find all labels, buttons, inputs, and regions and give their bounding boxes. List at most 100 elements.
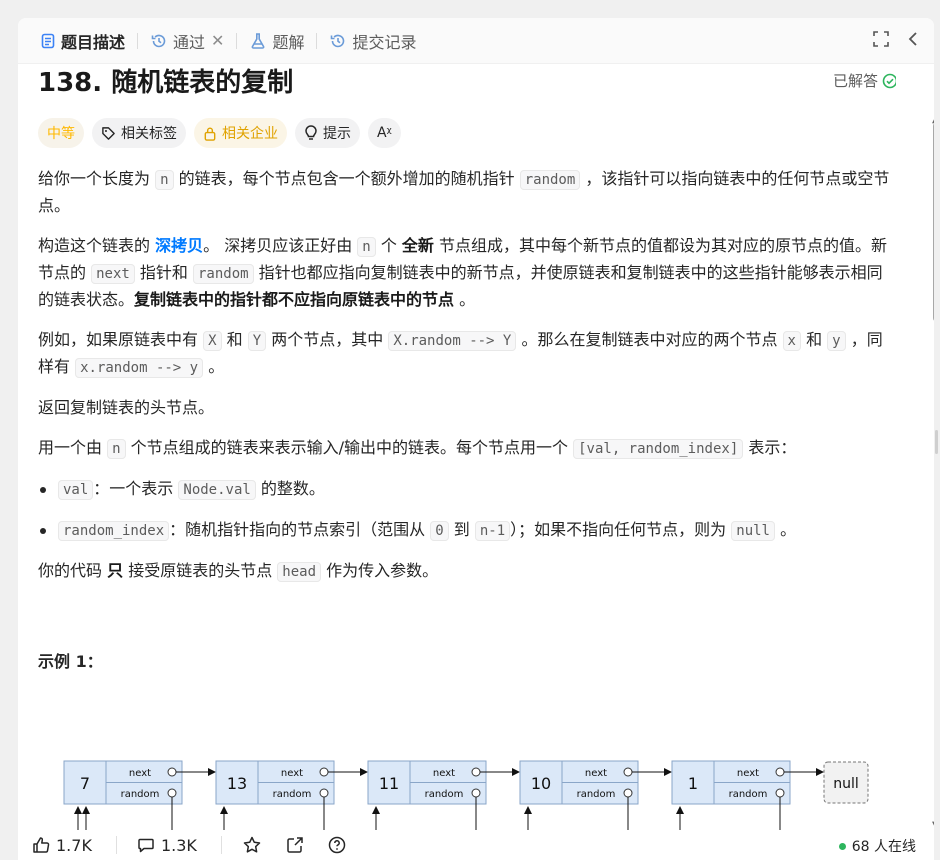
like-button[interactable]: 1.7K [32,836,92,855]
external-link-icon [287,837,303,853]
node-value: 13 [227,774,247,793]
related-companies-button[interactable]: 相关企业 [194,118,287,148]
node-value: 10 [531,774,551,793]
text: 个 [375,236,402,255]
description-icon [41,33,55,48]
text: 作为传入参数。 [321,561,439,580]
arrow-head [676,806,684,814]
scroll-thumb[interactable] [933,122,934,322]
online-dot-icon [838,842,846,850]
arrow-head [220,806,228,814]
inline-code: n [155,170,174,190]
inline-code: x [782,331,801,351]
hint-button[interactable]: 提示 [295,118,360,148]
online-status: 68 人在线 [838,836,916,856]
inline-code: x.random --> y [75,358,204,378]
tab-solutions[interactable]: 题解 [243,18,310,64]
bold-text: 只 [107,561,124,580]
text: 。 [774,520,797,539]
tab-solutions-label: 题解 [272,32,305,52]
text: 给你一个长度为 [38,169,156,188]
inline-code: random [193,264,254,284]
text: 到 [448,520,475,539]
inline-code: Y [247,331,267,351]
inline-code: X [203,331,222,351]
tag-row: 中等 相关标签 相关企业 提示 Aᵡ [38,118,896,148]
tab-description-label: 题目描述 [61,32,126,52]
random-pointer [775,788,785,798]
inline-code: random_index [58,521,170,541]
text: 指针和 [134,263,193,282]
next-pointer [167,767,177,777]
translate-button[interactable]: Aᵡ [368,118,401,148]
deep-copy-link[interactable]: 深拷贝 [155,236,203,255]
random-label: random [577,789,616,800]
random-label: random [729,789,768,800]
tab-divider [236,32,238,49]
comments-button[interactable]: 1.3K [137,836,197,855]
inline-code: head [277,562,322,582]
tab-accepted[interactable]: 通过 ✕ [144,18,230,64]
inline-code: val [58,480,94,500]
desc-paragraph-5: 用一个由 n 个节点组成的链表来表示输入/输出中的链表。每个节点用一个 [val… [38,435,896,462]
history-icon [331,34,345,47]
scrollbar[interactable]: ▲ ▼ [930,114,934,834]
panel-resize-handle[interactable] [935,430,938,454]
next-pointer [623,767,633,777]
tab-divider [137,32,139,49]
list-item: val ：一个表示 Node.val 的整数。 [38,476,896,503]
text: ：随机指针指向的节点索引（范围从 [169,520,431,539]
title-row: 138. 随机链表的复制 已解答 [38,66,896,106]
arrow-head [816,768,824,776]
inline-code: null [731,521,775,541]
footer-divider [220,836,222,854]
text: 个节点组成的链表来表示输入/输出中的链表。每个节点用一个 [125,438,574,457]
help-button[interactable] [328,836,346,854]
next-label: next [433,768,455,779]
related-tags-button[interactable]: 相关标签 [92,118,186,148]
desc-paragraph-3: 例如，如果原链表中有 X 和 Y 两个节点，其中 X.random --> Y … [38,327,896,381]
inline-code: X.random --> Y [388,331,517,351]
flask-icon [252,32,265,49]
thumbs-up-icon [33,837,50,853]
text: 的整数。 [255,479,325,498]
random-pointer [167,788,177,798]
next-label: next [281,768,303,779]
inline-code: [val, random_index] [573,439,744,459]
chevron-left-icon[interactable] [906,30,920,48]
check-circle-icon [882,73,896,88]
arrow-head [524,806,532,814]
desc-paragraph-2: 构造这个链表的 深拷贝。 深拷贝应该正好由 n 个 全新 节点组成，其中每个新节… [38,233,896,313]
share-button[interactable] [286,836,304,854]
linked-list-diagram: 7 next random 13 next random 11 next random 10 nex… [63,760,869,830]
arrow-head [512,768,520,776]
text: 。 [203,357,225,376]
random-label: random [273,789,312,800]
footer-bar: 1.7K 1.3K 68 人在线 [18,830,934,860]
inline-code: random [519,170,581,190]
text: 和 [221,330,248,349]
tab-actions [872,30,920,48]
solved-status: 已解答 [833,70,896,91]
favorite-button[interactable] [242,835,262,855]
fullscreen-icon[interactable] [872,30,890,48]
text: 你的代码 [38,561,108,580]
tab-description[interactable]: 题目描述 [34,18,131,64]
text: 表示： [743,438,797,457]
close-icon[interactable]: ✕ [211,31,224,50]
online-count: 68 人在线 [851,839,916,855]
node-format-list: val ：一个表示 Node.val 的整数。 random_index ：随机指针… [38,476,896,544]
footer-divider [115,836,117,854]
tab-submissions[interactable]: 提交记录 [323,18,422,64]
text: ）；如果不指向任何节点，则为 [510,520,732,539]
next-label: next [129,768,151,779]
arrow-head [208,768,216,776]
text: 。 深拷贝应该正好由 [203,236,358,255]
comment-count: 1.3K [160,835,197,855]
window-top-edge [0,0,940,18]
related-companies-label: 相关企业 [222,126,278,142]
list-item: random_index ：随机指针指向的节点索引（范围从 0 到 n-1 ）；如果… [38,517,896,544]
problem-title[interactable]: 138. 随机链表的复制 [38,66,896,100]
text: 和 [800,330,828,349]
arrow-head [664,768,672,776]
